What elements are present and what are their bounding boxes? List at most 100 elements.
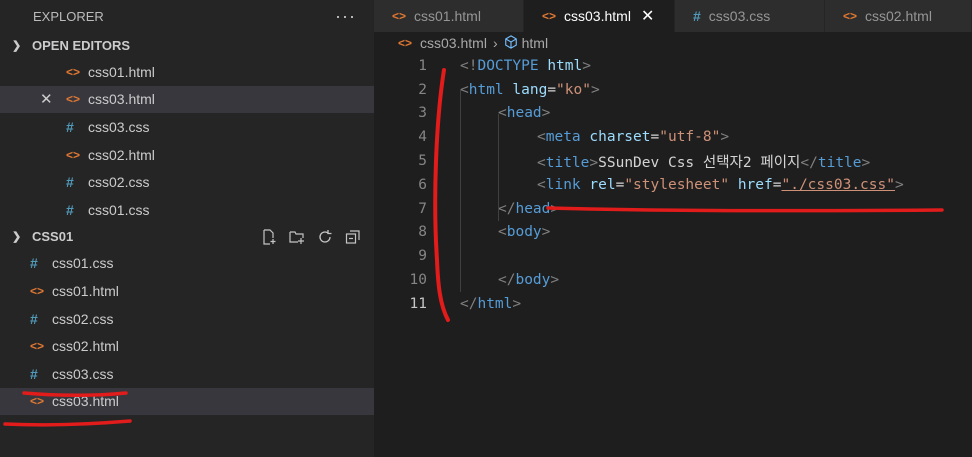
- html-file-icon: <>: [30, 339, 45, 354]
- file-name: css02.css: [52, 310, 114, 327]
- token: "utf-8": [659, 129, 721, 146]
- token: href: [737, 176, 773, 193]
- css-file-icon: #: [30, 255, 38, 272]
- token: body: [506, 224, 542, 241]
- css-file-icon: #: [66, 174, 74, 191]
- open-editor-item[interactable]: # css01.css: [0, 196, 374, 224]
- breadcrumb-file[interactable]: css03.html: [420, 35, 487, 51]
- css-file-icon: #: [30, 310, 38, 327]
- collapse-all-icon[interactable]: [344, 228, 362, 246]
- tab-label: css03.html: [564, 8, 631, 24]
- token: >: [861, 154, 871, 171]
- open-editor-item[interactable]: # css02.css: [0, 168, 374, 196]
- line-number: 6: [418, 176, 427, 193]
- token: head: [506, 105, 542, 122]
- new-file-icon[interactable]: [260, 228, 278, 246]
- workspace-file-active[interactable]: <> css03.html: [0, 387, 374, 416]
- file-name: css01.html: [52, 282, 119, 299]
- open-editor-item-active[interactable]: ✕ <> css03.html: [0, 85, 374, 114]
- html-file-icon: <>: [843, 9, 858, 23]
- code-editor[interactable]: 1 <!DOCTYPE html> 2 <html lang="ko"> 3 <…: [374, 54, 972, 316]
- file-name: css01.css: [88, 201, 150, 218]
- open-editor-item[interactable]: <> css02.html: [0, 141, 374, 169]
- token: SSunDev Css 선택자2 페이지: [598, 154, 801, 171]
- token: title: [545, 154, 590, 171]
- open-editor-item[interactable]: # css03.css: [0, 113, 374, 141]
- line-text: <title>SSunDev Css 선택자2 페이지</title>: [427, 151, 870, 172]
- token: link: [545, 176, 581, 193]
- token: >: [589, 154, 599, 171]
- refresh-icon[interactable]: [316, 228, 334, 246]
- line-number: 5: [418, 153, 427, 170]
- file-name: css02.html: [88, 146, 155, 163]
- open-editors-header[interactable]: ❯ OPEN EDITORS: [0, 32, 374, 58]
- css-file-icon: #: [66, 118, 74, 135]
- breadcrumb-symbol[interactable]: html: [522, 35, 548, 51]
- token: rel: [589, 176, 616, 193]
- close-icon[interactable]: ✕: [40, 90, 53, 108]
- workspace-file[interactable]: # css01.css: [0, 250, 374, 278]
- token: <: [498, 224, 507, 241]
- html-file-icon: <>: [30, 283, 45, 298]
- token: </: [498, 200, 516, 217]
- line-number: 3: [418, 105, 427, 122]
- close-icon[interactable]: ✕: [641, 6, 654, 26]
- token: >: [590, 81, 600, 98]
- token: "stylesheet": [624, 176, 730, 193]
- workspace-file[interactable]: # css02.css: [0, 305, 374, 333]
- more-actions-icon[interactable]: ···: [335, 6, 356, 27]
- token: >: [541, 224, 551, 241]
- line-text: </head>: [427, 201, 559, 217]
- code-line: 10 </body>: [374, 268, 972, 292]
- workspace-file[interactable]: <> css01.html: [0, 277, 374, 305]
- html-file-icon: <>: [392, 9, 407, 23]
- token: =: [547, 81, 557, 98]
- code-line: 8 <body>: [374, 221, 972, 245]
- workspace-actions: [260, 228, 374, 246]
- open-editor-item[interactable]: <> css01.html: [0, 58, 374, 86]
- token: >: [512, 295, 522, 312]
- html-file-icon: <>: [66, 64, 81, 79]
- line-number: 9: [418, 248, 427, 265]
- code-line: 3 <head>: [374, 102, 972, 126]
- tab-css01-html[interactable]: <> css01.html: [374, 0, 524, 32]
- cube-icon: [504, 34, 518, 52]
- breadcrumb: <> css03.html › html: [374, 32, 972, 54]
- tab-css03-html[interactable]: <> css03.html ✕: [524, 0, 675, 32]
- html-file-icon: <>: [542, 9, 557, 23]
- css-file-icon: #: [30, 365, 38, 382]
- token: html: [468, 81, 504, 98]
- open-editors-label: OPEN EDITORS: [32, 37, 131, 53]
- line-number: 4: [418, 129, 427, 146]
- line-number: 11: [409, 295, 427, 312]
- line-number: 2: [418, 81, 427, 98]
- html-file-icon: <>: [66, 92, 81, 107]
- token: html: [547, 57, 583, 74]
- tab-label: css02.html: [865, 8, 932, 24]
- chevron-down-icon: ❯: [12, 231, 22, 244]
- line-number: 10: [409, 272, 427, 289]
- code-line: 4 <meta charset="utf-8">: [374, 125, 972, 149]
- new-folder-icon[interactable]: [288, 228, 306, 246]
- workspace-header[interactable]: ❯ CSS01: [0, 224, 374, 250]
- token: <: [537, 176, 546, 193]
- chevron-down-icon: ❯: [12, 39, 22, 52]
- html-file-icon: <>: [66, 147, 81, 162]
- token: >: [720, 129, 730, 146]
- file-name: css01.html: [88, 63, 155, 80]
- explorer-header: EXPLORER ···: [0, 0, 374, 32]
- tab-css02-html[interactable]: <> css02.html: [825, 0, 972, 32]
- token: >: [550, 200, 560, 217]
- workspace-file[interactable]: # css03.css: [0, 360, 374, 388]
- workspace-file[interactable]: <> css02.html: [0, 332, 374, 360]
- line-number: 7: [418, 200, 427, 217]
- tab-label: css03.css: [708, 8, 771, 24]
- token: =: [650, 129, 660, 146]
- line-text: <!DOCTYPE html>: [427, 58, 591, 74]
- token[interactable]: "./css03.css": [781, 177, 895, 193]
- line-text: </html>: [427, 296, 521, 312]
- tab-css03-css[interactable]: # css03.css: [675, 0, 825, 32]
- file-name: css02.css: [88, 174, 150, 191]
